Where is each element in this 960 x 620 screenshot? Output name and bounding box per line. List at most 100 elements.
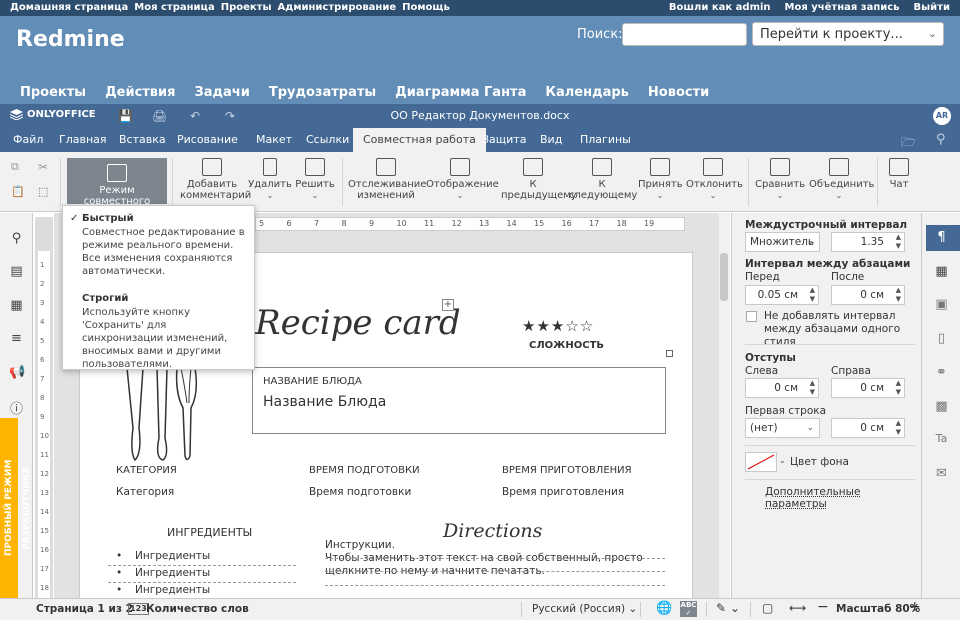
tab-5[interactable]: Ссылки xyxy=(296,128,359,152)
ruler-label: 19 xyxy=(644,219,655,228)
tab-9[interactable]: Плагины xyxy=(570,128,641,152)
reject-button[interactable]: Отклонить ⌄ xyxy=(686,158,743,201)
top-link[interactable]: Моя страница xyxy=(134,2,214,13)
main-menu-item[interactable]: Календарь xyxy=(545,85,629,100)
feedback-icon[interactable]: 📢 xyxy=(9,365,25,380)
track-changes-button[interactable]: Отслеживание изменений xyxy=(348,158,426,201)
logged-in-user-link[interactable]: admin xyxy=(736,2,771,13)
navigation-icon[interactable]: ≡ xyxy=(9,331,24,346)
chevron-down-icon[interactable]: ⌄ xyxy=(779,456,786,465)
previous-change-button[interactable]: К предыдущему xyxy=(501,158,577,201)
search-icon[interactable]: ⚲ xyxy=(9,231,24,246)
table-icon[interactable]: ▦ xyxy=(933,264,950,281)
fit-width-icon[interactable]: ⟷ xyxy=(789,601,806,615)
tab-6[interactable]: Совместная работа xyxy=(353,128,486,152)
fit-page-icon[interactable]: ▢ xyxy=(762,601,773,615)
add-comment-button[interactable]: Добавить комментарий xyxy=(180,158,251,201)
spinner-icon[interactable]: ▲ ▼ xyxy=(810,379,815,397)
tab-8[interactable]: Вид xyxy=(530,128,572,152)
top-link[interactable]: Проекты xyxy=(221,2,272,13)
main-menu-item[interactable]: Задачи xyxy=(195,85,250,100)
top-link[interactable]: Домашняя страница xyxy=(10,2,128,13)
tab-1[interactable]: Главная xyxy=(49,128,117,152)
accept-button[interactable]: Принять ⌄ xyxy=(638,158,683,201)
spinner-icon[interactable]: ▲ ▼ xyxy=(810,286,815,304)
top-link[interactable]: Помощь xyxy=(402,2,450,13)
open-location-icon[interactable]: 🗁 xyxy=(901,133,916,154)
delete-comment-button[interactable]: Удалить ⌄ xyxy=(248,158,292,201)
display-mode-button[interactable]: Отображение ⌄ xyxy=(426,158,499,201)
spinner-icon[interactable]: ▲ ▼ xyxy=(896,419,901,437)
menu-item-strict[interactable]: Строгий xyxy=(82,292,128,305)
compare-button[interactable]: Сравнить ⌄ xyxy=(755,158,805,201)
comments-icon[interactable]: ▤ xyxy=(9,264,24,279)
cut-icon[interactable]: ✂ xyxy=(38,160,48,174)
main-menu-item[interactable]: Действия xyxy=(105,85,175,100)
tab-2[interactable]: Вставка xyxy=(109,128,176,152)
ruler-label: 11 xyxy=(424,219,435,228)
language-select[interactable]: Русский (Россия) ⌄ xyxy=(532,603,637,615)
line-spacing-input[interactable]: 1.35 ▲ ▼ xyxy=(831,232,905,252)
logout-link[interactable]: Выйти xyxy=(914,2,950,13)
next-change-button[interactable]: К следующему xyxy=(569,158,637,201)
word-count-button[interactable]: Количество слов xyxy=(146,603,249,615)
jump-to-project-select[interactable]: Перейти к проекту... ⌄ xyxy=(752,22,944,46)
main-menu-item[interactable]: Проекты xyxy=(20,85,86,100)
scroll-thumb[interactable] xyxy=(720,253,728,301)
tab-7[interactable]: Защита xyxy=(472,128,536,152)
zoom-in-icon[interactable]: + xyxy=(909,599,921,615)
paste-icon[interactable]: 📋 xyxy=(11,185,25,198)
spinner-icon[interactable]: ▲ ▼ xyxy=(896,233,901,251)
image-icon[interactable]: ▣ xyxy=(933,297,950,314)
co-edit-mode-button[interactable]: Режим совместного редактирования xyxy=(67,158,167,218)
left-indent-input[interactable]: 0 см ▲ ▼ xyxy=(745,378,819,398)
copy-icon[interactable]: ⧉ xyxy=(11,160,19,174)
globe-icon[interactable]: 🌐 xyxy=(656,601,672,616)
chart-icon[interactable]: ▩ xyxy=(933,399,950,416)
top-link[interactable]: Администрирование xyxy=(278,2,397,13)
spellcheck-icon[interactable]: ABC ✓ xyxy=(680,601,697,617)
search-icon[interactable]: ⚲ xyxy=(936,132,946,147)
no-interval-checkbox[interactable] xyxy=(746,311,757,322)
track-changes-status-icon[interactable]: ✎ ⌄ xyxy=(716,601,740,615)
tab-3[interactable]: Рисование xyxy=(167,128,248,152)
select-all-icon[interactable]: ⬚ xyxy=(38,185,48,198)
dish-name-box[interactable]: НАЗВАНИЕ БЛЮДА Название Блюда xyxy=(252,367,666,434)
my-account-link[interactable]: Моя учётная запись xyxy=(785,2,900,13)
vertical-scrollbar[interactable] xyxy=(719,213,730,598)
main-menu-item[interactable]: Диаграмма Ганта xyxy=(395,85,526,100)
main-menu-item[interactable]: Трудозатраты xyxy=(269,85,376,100)
first-line-input[interactable]: 0 см ▲ ▼ xyxy=(831,418,905,438)
page-indicator[interactable]: Страница 1 из 2 xyxy=(36,603,133,615)
combine-button[interactable]: Объединить ⌄ xyxy=(809,158,874,201)
zoom-out-icon[interactable]: − xyxy=(817,599,829,615)
search-input[interactable] xyxy=(622,23,747,46)
header-footer-icon[interactable]: ▯ xyxy=(933,331,950,348)
redmine-logo[interactable]: Redmine xyxy=(16,27,125,52)
spinner-icon[interactable]: ▲ ▼ xyxy=(896,286,901,304)
shape-icon[interactable]: ⚭ xyxy=(933,365,950,382)
advanced-settings-link[interactable]: Дополнительные параметры xyxy=(765,486,921,510)
tab-0[interactable]: Файл xyxy=(3,128,53,152)
right-indent-input[interactable]: 0 см ▲ ▼ xyxy=(831,378,905,398)
about-icon[interactable]: ⓘ xyxy=(9,398,24,417)
main-menu-item[interactable]: Новости xyxy=(648,85,709,100)
text-art-icon[interactable]: Ta xyxy=(933,432,950,449)
spacing-before-input[interactable]: 0.05 см ▲ ▼ xyxy=(745,285,819,305)
resize-handle[interactable] xyxy=(666,350,673,357)
menu-item-fast[interactable]: Быстрый xyxy=(82,212,134,225)
table-move-icon[interactable]: + xyxy=(442,299,454,311)
bg-color-picker[interactable] xyxy=(745,452,777,472)
spacing-after-input[interactable]: 0 см ▲ ▼ xyxy=(831,285,905,305)
resolve-button[interactable]: Решить ⌄ xyxy=(294,158,336,201)
zoom-level[interactable]: Масштаб 80% xyxy=(836,603,920,615)
spinner-icon[interactable]: ▲ ▼ xyxy=(896,379,901,397)
avatar[interactable]: AR xyxy=(933,107,951,125)
mail-merge-icon[interactable]: ✉ xyxy=(933,466,950,483)
tab-4[interactable]: Макет xyxy=(246,128,302,152)
first-line-mode-select[interactable]: (нет) ⌄ xyxy=(745,418,820,438)
chat-icon[interactable]: ▦ xyxy=(9,298,24,313)
language-label: Русский (Россия) xyxy=(532,603,626,615)
chat-button[interactable]: Чат xyxy=(883,158,915,190)
line-spacing-mode-select[interactable]: Множитель ⌄ xyxy=(745,232,820,252)
